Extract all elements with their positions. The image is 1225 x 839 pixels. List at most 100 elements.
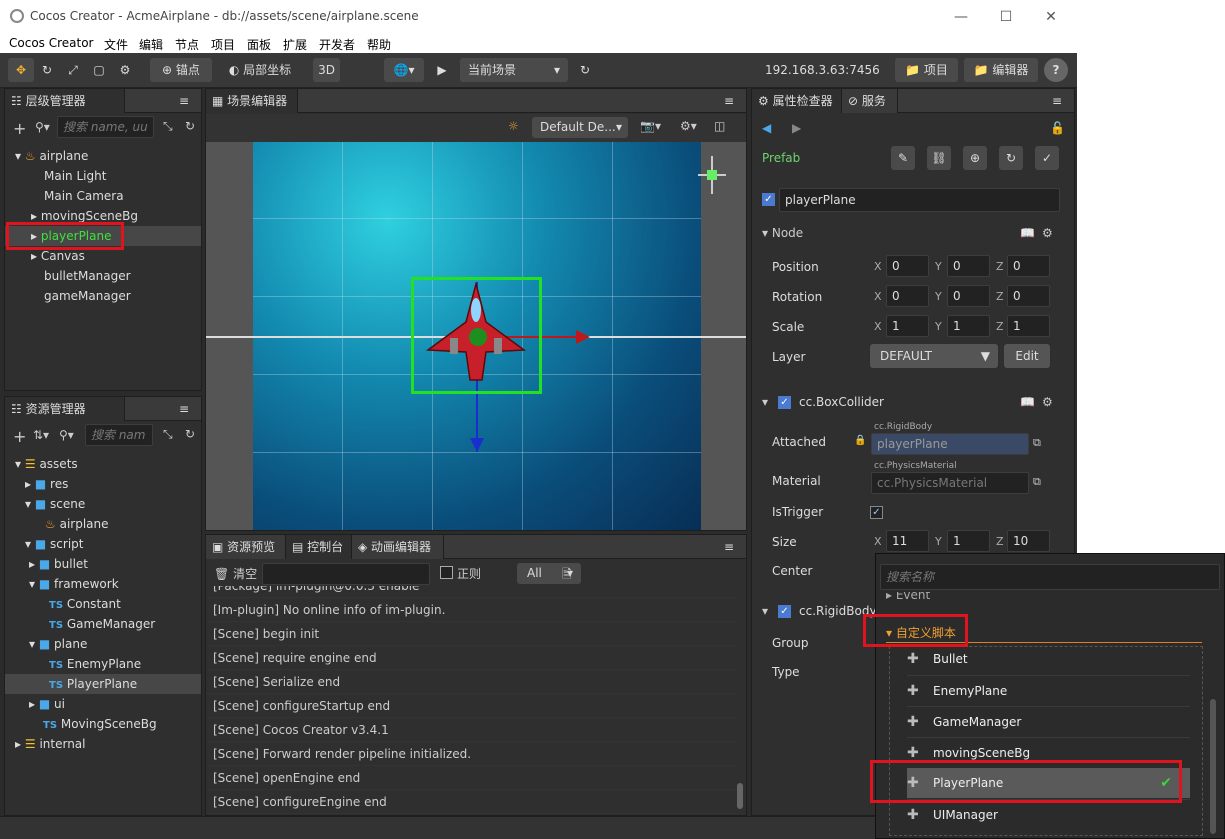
asset-row-constant[interactable]: TS Constant — [5, 594, 201, 614]
document-icon[interactable]: 🗎 — [562, 565, 572, 586]
tree-row-main-light[interactable]: Main Light — [5, 166, 201, 186]
tab-asset-preview[interactable]: ▣ 资源预览 — [206, 535, 286, 559]
assets-search-input[interactable]: 搜索 nam — [85, 424, 153, 446]
help-doc-icon[interactable]: 📖 — [1020, 226, 1035, 240]
scene-select[interactable]: 当前场景 ▾ — [460, 58, 568, 82]
menu-panel[interactable]: 面板 — [247, 36, 271, 53]
sort-icon[interactable]: ⇅▾ — [33, 428, 49, 442]
position-z-input[interactable]: 0 — [1007, 255, 1050, 277]
menu-extension[interactable]: 扩展 — [283, 36, 307, 53]
menu-edit[interactable]: 编辑 — [139, 36, 163, 53]
gizmo-center[interactable] — [469, 328, 487, 346]
size-x-input[interactable]: 11 — [886, 530, 929, 552]
camera-icon[interactable]: 📷▾ — [640, 119, 661, 133]
tab-service[interactable]: ⊘ 服务 — [842, 89, 898, 113]
asset-row-framework[interactable]: ▾ ■ framework — [5, 574, 201, 594]
asset-row-script[interactable]: ▾ ■ script — [5, 534, 201, 554]
search-icon[interactable]: ⚲▾ — [35, 120, 50, 134]
node-active-checkbox[interactable]: ✓ — [762, 193, 775, 206]
help-doc-icon[interactable]: 📖 — [1020, 395, 1035, 409]
component-item-enemy-plane[interactable]: ✚ EnemyPlane — [907, 675, 1190, 705]
locate-icon[interactable]: ⧉ — [1033, 475, 1041, 489]
menu-node[interactable]: 节点 — [175, 36, 199, 53]
hierarchy-search-input[interactable]: 搜索 name, uu — [57, 116, 154, 138]
help-icon[interactable]: ? — [1044, 58, 1068, 82]
maximize-icon[interactable]: ☐ — [991, 6, 1021, 28]
event-category[interactable]: ▸ Event — [886, 592, 930, 602]
prefab-apply-icon[interactable]: ✓ — [1035, 146, 1059, 170]
asset-row-player-plane[interactable]: TS PlayerPlane — [5, 674, 201, 694]
scale-y-input[interactable]: 1 — [947, 315, 990, 337]
forward-arrow-icon[interactable]: ▶ — [792, 121, 801, 135]
tab-assets[interactable]: ☷ 资源管理器 — [5, 397, 125, 421]
asset-row-airplane-scene[interactable]: ♨ airplane — [5, 514, 201, 534]
anchor-button[interactable]: ⊕ 锚点 — [150, 58, 212, 82]
rotation-y-input[interactable]: 0 — [947, 285, 990, 307]
prefab-revert-icon[interactable]: ↻ — [999, 146, 1023, 170]
search-icon[interactable]: ⚲▾ — [59, 428, 74, 442]
close-icon[interactable]: ✕ — [1036, 6, 1066, 28]
play-icon[interactable]: ▶ — [428, 58, 456, 82]
refresh-icon[interactable]: ↻ — [572, 58, 598, 82]
lock-icon[interactable]: 🔓 — [1050, 121, 1065, 135]
regex-checkbox[interactable] — [440, 566, 453, 579]
clear-button[interactable]: 🗑 清空 — [214, 565, 257, 582]
x-gizmo-arrow-icon[interactable] — [576, 330, 590, 344]
collapse-icon[interactable]: ⤡ — [163, 427, 173, 442]
back-arrow-icon[interactable]: ◀ — [762, 121, 771, 135]
asset-row-bullet[interactable]: ▸ ■ bullet — [5, 554, 201, 574]
refresh-icon[interactable]: ↻ — [185, 119, 195, 133]
node-section-toggle[interactable]: ▾ Node — [762, 226, 803, 240]
menu-developer[interactable]: 开发者 — [319, 36, 355, 53]
asset-row-game-manager[interactable]: TS GameManager — [5, 614, 201, 634]
position-y-input[interactable]: 0 — [947, 255, 990, 277]
menu-icon[interactable]: ≡ — [1052, 89, 1062, 113]
menu-help[interactable]: 帮助 — [367, 36, 391, 53]
add-icon[interactable]: + — [13, 119, 26, 138]
preview-ip[interactable]: 192.168.3.63:7456 — [765, 63, 880, 77]
layer-edit-button[interactable]: Edit — [1004, 344, 1050, 368]
globe-dropdown-icon[interactable]: 🌐▾ — [384, 58, 424, 82]
view-gizmo[interactable] — [698, 156, 728, 196]
rotate-tool-icon[interactable]: ↻ — [36, 58, 58, 82]
collapse-icon[interactable]: ⤡ — [163, 119, 173, 134]
scale-tool-icon[interactable]: ⤢ — [62, 58, 84, 82]
prefab-edit-icon[interactable]: ✎ — [891, 146, 915, 170]
tree-row-airplane[interactable]: ▾ ♨ airplane — [5, 146, 201, 166]
rigidbody-enabled-checkbox[interactable]: ✓ — [778, 605, 791, 618]
tab-hierarchy[interactable]: ☷ 层级管理器 — [5, 89, 125, 113]
menu-icon[interactable]: ≡ — [724, 535, 734, 559]
scene-viewport[interactable] — [206, 142, 746, 530]
rotation-x-input[interactable]: 0 — [886, 285, 929, 307]
camera-select[interactable]: Default De... ▾ — [532, 117, 628, 138]
menu-icon[interactable]: ≡ — [179, 89, 189, 113]
size-z-input[interactable]: 10 — [1007, 530, 1050, 552]
refresh-icon[interactable]: ↻ — [185, 427, 195, 441]
box-collider-enabled-checkbox[interactable]: ✓ — [778, 396, 791, 409]
layout-icon[interactable]: ◫ — [714, 119, 725, 133]
move-tool-icon[interactable]: ✥ — [8, 58, 34, 82]
position-x-input[interactable]: 0 — [886, 255, 929, 277]
node-name-input[interactable]: playerPlane — [779, 188, 1060, 212]
tree-row-bullet-manager[interactable]: bulletManager — [5, 266, 201, 286]
asset-row-res[interactable]: ▸ ■ res — [5, 474, 201, 494]
tab-console[interactable]: ▤ 控制台 — [286, 535, 352, 559]
tab-animation-editor[interactable]: ◈ 动画编辑器 — [352, 535, 444, 559]
console-filter-input[interactable] — [262, 563, 430, 585]
component-item-bullet[interactable]: ✚ Bullet — [907, 644, 1190, 674]
scale-z-input[interactable]: 1 — [1007, 315, 1050, 337]
asset-row-plane[interactable]: ▾ ■ plane — [5, 634, 201, 654]
asset-row-ui[interactable]: ▸ ■ ui — [5, 694, 201, 714]
asset-row-assets[interactable]: ▾ ☰ assets — [5, 454, 201, 474]
settings-icon[interactable]: ⚙▾ — [680, 119, 697, 133]
console-scrollbar[interactable] — [737, 783, 743, 809]
gear-icon[interactable]: ⚙ — [1042, 395, 1053, 409]
mode-3d-button[interactable]: 3D — [313, 58, 340, 82]
asset-row-moving-scene-bg[interactable]: TS MovingSceneBg — [5, 714, 201, 734]
size-y-input[interactable]: 1 — [947, 530, 990, 552]
gear-icon[interactable]: ⚙ — [1042, 226, 1053, 240]
asset-row-scene[interactable]: ▾ ■ scene — [5, 494, 201, 514]
prefab-locate-icon[interactable]: ⊕ — [963, 146, 987, 170]
popup-scrollbar[interactable] — [1210, 699, 1216, 834]
tab-scene-editor[interactable]: ▦ 场景编辑器 — [206, 89, 298, 113]
